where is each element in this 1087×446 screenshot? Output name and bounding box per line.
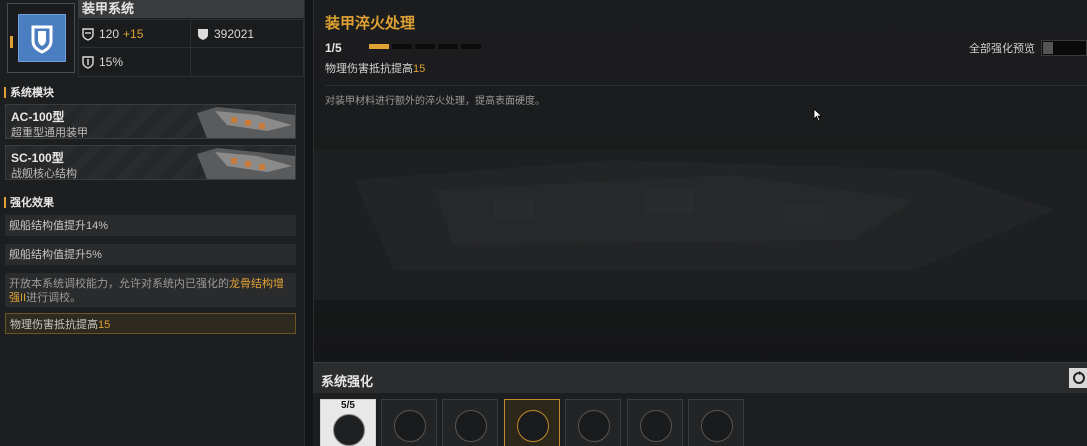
arrow-emblem-icon [455, 410, 487, 442]
stat-cell-empty [190, 47, 304, 77]
effect-item: 舰船结构值提升5% [5, 244, 296, 265]
enhance-slot[interactable] [627, 399, 683, 446]
enhance-slot[interactable] [381, 399, 437, 446]
enhance-header: 系统强化 [313, 363, 1087, 393]
resist-stat: 15% [81, 48, 123, 76]
effect-text: 舰船结构值提升14% [9, 220, 109, 232]
armor-value: 120 [99, 27, 120, 41]
armor-stat: 120 +15 [81, 20, 143, 48]
detail-title: 装甲淬火处理 [325, 15, 416, 32]
effects-heading-label: 强化效果 [10, 197, 54, 209]
modules-heading-label: 系统模块 [10, 87, 54, 99]
system-header: 装甲系统 120 +15 392021 15% [0, 0, 305, 78]
gear-emblem-icon [701, 410, 733, 442]
effect-item: 开放本系统调校能力，允许对系统内已强化的龙骨结构增强II进行调校。 [5, 273, 296, 307]
toggle-knob [1043, 42, 1053, 54]
module-code: SC-100型 [11, 151, 64, 165]
effect-item-selected: 物理伤害抵抗提高15 [5, 313, 296, 334]
level-pip [369, 44, 389, 49]
module-desc: 超重型通用装甲 [11, 127, 88, 139]
detail-level: 1/5 [325, 41, 342, 55]
level-pip [392, 44, 412, 49]
preview-all-label: 全部强化预览 [969, 43, 1035, 55]
enhance-panel: 系统强化 5/5 [313, 362, 1087, 446]
detail-panel: 装甲淬火处理 1/5 物理伤害抵抗提高15 对装甲材料进行额外的淬火处理，提高表… [313, 0, 1087, 362]
anchor-emblem-icon [640, 410, 672, 442]
resist-value: 15% [99, 55, 124, 69]
arrow-emblem-icon [517, 410, 549, 442]
enhance-title: 系统强化 [321, 374, 374, 389]
armor-shield-icon [18, 14, 66, 62]
effect-text: 舰船结构值提升5% [9, 249, 102, 261]
detail-effect: 物理伤害抵抗提高15 [325, 60, 425, 76]
background-ship-image [314, 150, 1087, 300]
level-pip [415, 44, 435, 49]
refresh-icon[interactable] [1069, 368, 1087, 388]
enhance-slot[interactable] [565, 399, 621, 446]
system-title: 装甲系统 [82, 1, 135, 16]
detail-effect-text: 物理伤害抵抗提高 [325, 63, 413, 75]
system-title-bar: 装甲系统 [78, 0, 304, 18]
enhance-slot[interactable] [688, 399, 744, 446]
effect-text: 开放本系统调校能力，允许对系统内已强化的 [9, 278, 229, 290]
level-progress [369, 44, 481, 49]
modules-heading: 系统模块 [4, 84, 54, 100]
enhance-slot-selected[interactable] [504, 399, 560, 446]
module-desc: 战舰核心结构 [11, 168, 77, 180]
ship-module-image [197, 107, 295, 138]
resist-stat-icon [82, 56, 94, 69]
selection-accent [10, 36, 13, 48]
preview-all-toggle[interactable] [1041, 40, 1087, 56]
divider [325, 85, 1087, 86]
effect-item: 舰船结构值提升14% [5, 215, 296, 236]
enhance-slot[interactable] [442, 399, 498, 446]
slot-level: 5/5 [341, 400, 355, 411]
effect-value: 15 [98, 319, 111, 331]
detail-effect-value: 15 [413, 63, 426, 75]
ship-module-image [197, 148, 295, 179]
ship-emblem-icon [394, 410, 426, 442]
level-pip [438, 44, 458, 49]
ship-emblem-icon [333, 414, 365, 446]
system-icon-frame[interactable] [7, 3, 75, 73]
preview-all: 全部强化预览 [969, 40, 1087, 56]
level-pip [461, 44, 481, 49]
detail-description: 对装甲材料进行额外的淬火处理，提高表面硬度。 [325, 96, 545, 107]
enhance-slot[interactable]: 5/5 [320, 399, 376, 446]
effect-text: 物理伤害抵抗提高 [10, 319, 98, 331]
structure-stat-icon [198, 29, 208, 40]
effects-heading: 强化效果 [4, 194, 54, 210]
system-panel: 装甲系统 120 +15 392021 15% 系统模块 AC-100型 超重型通… [0, 0, 305, 446]
module-item[interactable]: SC-100型 战舰核心结构 [5, 145, 296, 180]
armor-stat-icon [82, 28, 94, 41]
mouse-cursor-icon [813, 108, 823, 122]
effect-text-tail: 进行调校。 [26, 292, 82, 304]
module-item[interactable]: AC-100型 超重型通用装甲 [5, 104, 296, 139]
flame-emblem-icon [578, 410, 610, 442]
module-code: AC-100型 [11, 110, 65, 124]
armor-bonus: +15 [123, 27, 144, 41]
structure-stat: 392021 [196, 20, 254, 48]
structure-value: 392021 [214, 27, 255, 41]
